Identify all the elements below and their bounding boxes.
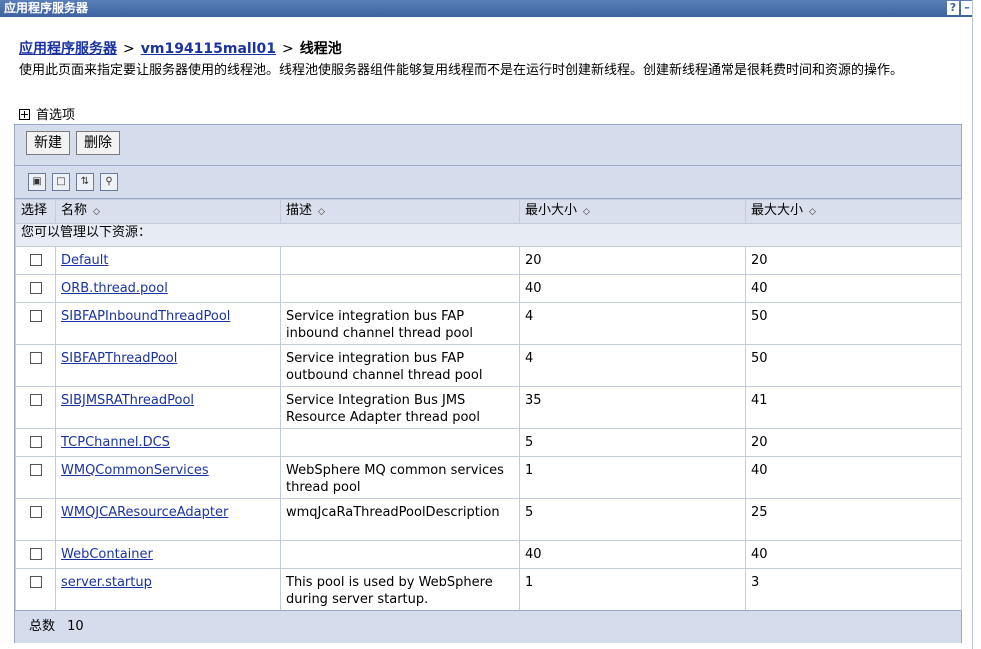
section-label: 您可以管理以下资源： [15,223,962,247]
row-checkbox[interactable] [29,576,42,588]
thread-pool-link[interactable]: SIBFAPInboundThreadPool [61,309,230,324]
window-title: 应用程序服务器 [4,1,89,15]
row-checkbox[interactable] [29,464,42,476]
page-title: 线程池 [299,41,342,57]
breadcrumb: 应用程序服务器 > vm194115mall01 > 线程池 [19,38,342,58]
total-footer: 总数 10 [15,610,961,643]
column-select: 选择 [15,199,56,224]
table-header-row: 选择 名称 ◇ 描述 ◇ 最小大小 ◇ 最大大小 ◇ [15,199,962,224]
row-checkbox[interactable] [29,310,42,322]
table-row: WMQJCAResourceAdapter wmqJcaRaThreadPoolD… [15,498,962,541]
thread-pool-panel: 新建 删除 ▣ □ ⇅ ⚲ 选择 名称 ◇ 描述 ◇ 最小大小 ◇ 最大大小 ◇ 您可以… [14,124,962,643]
right-scroll-edge [972,0,981,649]
table-row: WebContainer 40 40 [15,540,962,569]
row-checkbox[interactable] [29,352,42,364]
table-row: Default 20 20 [15,246,962,275]
deselect-all-icon[interactable]: □ [52,173,70,191]
help-icon[interactable]: ? [947,1,959,15]
window-titlebar: 应用程序服务器 ? – [0,0,981,17]
thread-pool-link[interactable]: TCPChannel.DCS [61,435,170,450]
column-max-size[interactable]: 最大大小 ◇ [745,199,962,224]
breadcrumb-separator: > [123,41,135,57]
row-checkbox[interactable] [29,436,42,448]
sort-icon[interactable]: ◇ [809,201,816,223]
table-row: ORB.thread.pool 40 40 [15,274,962,303]
row-checkbox[interactable] [29,282,42,294]
table-row: SIBFAPInboundThreadPool Service integrati… [15,302,962,345]
sort-icon[interactable]: ◇ [93,201,100,223]
thread-pool-link[interactable]: Default [61,253,109,268]
preferences-label: 首选项 [36,108,76,123]
preferences-toggle[interactable]: 首选项 [19,104,75,123]
delete-button[interactable]: 删除 [76,131,120,155]
page-description: 使用此页面来指定要让服务器使用的线程池。线程池使服务器组件能够复用线程而不是在运… [19,63,904,78]
breadcrumb-root-link[interactable]: 应用程序服务器 [19,41,117,57]
column-description[interactable]: 描述 ◇ [280,199,520,224]
total-value: 10 [67,619,84,634]
button-bar: 新建 删除 [15,125,961,166]
thread-pool-table: 选择 名称 ◇ 描述 ◇ 最小大小 ◇ 最大大小 ◇ 您可以管理以下资源： Defaul… [15,199,962,611]
thread-pool-link[interactable]: SIBJMSRAThreadPool [61,393,194,408]
total-label: 总数 [29,619,56,634]
select-all-icon[interactable]: ▣ [28,173,46,191]
thread-pool-link[interactable]: WMQJCAResourceAdapter [61,505,228,520]
thread-pool-link[interactable]: ORB.thread.pool [61,281,168,296]
thread-pool-link[interactable]: server.startup [61,575,152,590]
table-row: SIBJMSRAThreadPool Service Integration Bu… [15,386,962,429]
row-checkbox[interactable] [29,506,42,518]
sort-icon[interactable]: ◇ [583,201,590,223]
column-name[interactable]: 名称 ◇ [55,199,281,224]
thread-pool-link[interactable]: WMQCommonServices [61,463,209,478]
row-checkbox[interactable] [29,394,42,406]
row-checkbox[interactable] [29,254,42,266]
table-row: TCPChannel.DCS 5 20 [15,428,962,457]
section-row: 您可以管理以下资源： [15,223,962,247]
column-min-size[interactable]: 最小大小 ◇ [519,199,746,224]
new-button[interactable]: 新建 [26,131,70,155]
breadcrumb-separator: > [282,41,294,57]
sort-icon[interactable]: ◇ [318,201,325,223]
breadcrumb-server-link[interactable]: vm194115mall01 [141,41,276,57]
table-row: SIBFAPThreadPool Service integration bus … [15,344,962,387]
show-filter-icon[interactable]: ⇅ [76,173,94,191]
table-row: WMQCommonServices WebSphere MQ common ser… [15,456,962,499]
row-checkbox[interactable] [29,548,42,560]
expand-plus-icon[interactable] [19,109,30,120]
thread-pool-link[interactable]: SIBFAPThreadPool [61,351,177,366]
table-icon-bar: ▣ □ ⇅ ⚲ [15,166,961,199]
clear-filter-icon[interactable]: ⚲ [100,173,118,191]
table-row: server.startup This pool is used by WebSp… [15,568,962,611]
thread-pool-link[interactable]: WebContainer [61,547,153,562]
